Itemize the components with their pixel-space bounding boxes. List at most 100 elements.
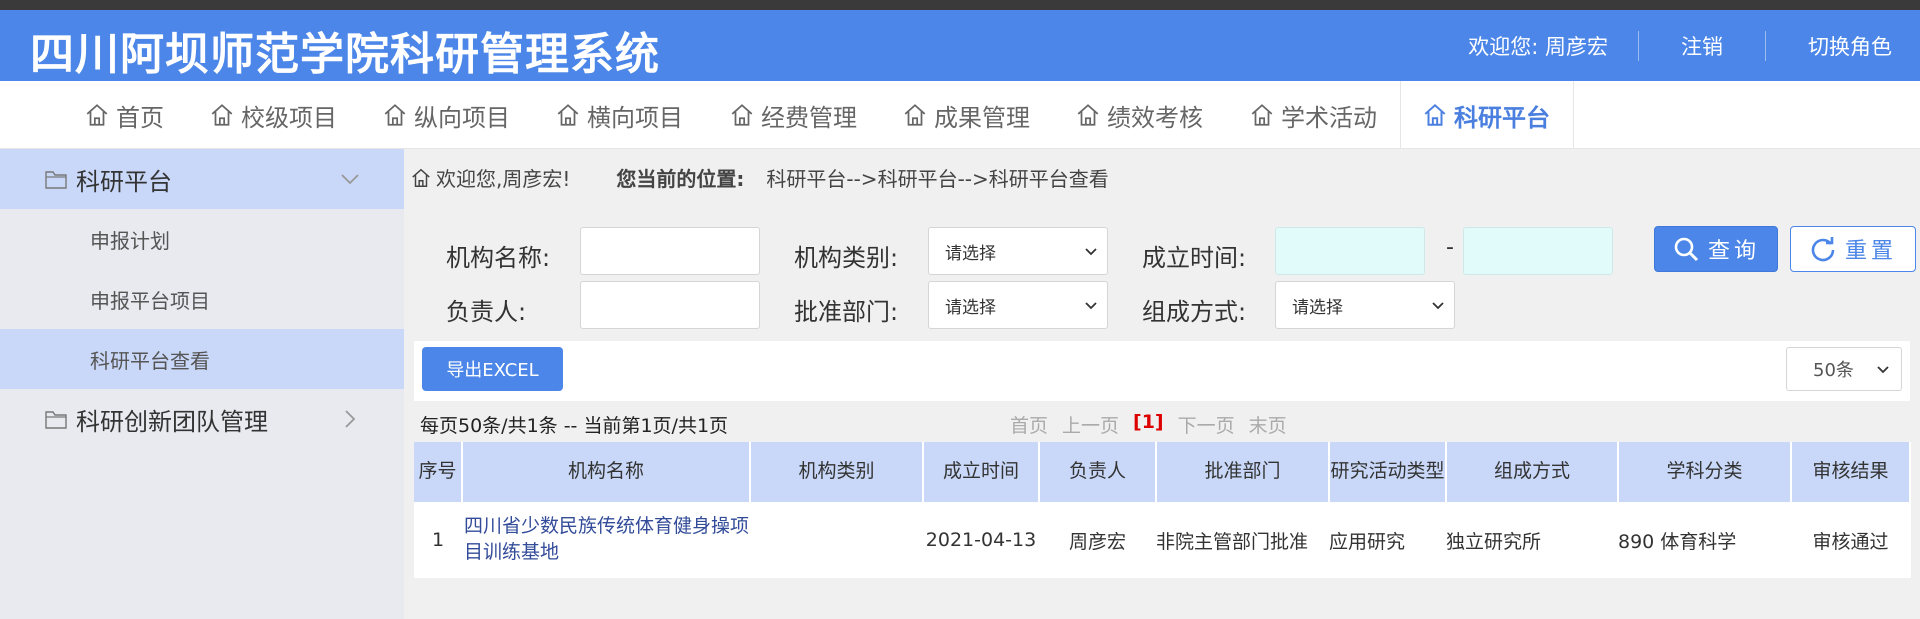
sidebar-group-innovation-team[interactable]: 科研创新团队管理 xyxy=(0,389,404,449)
pager-first[interactable]: 首页 xyxy=(1010,411,1048,438)
home-icon xyxy=(211,104,233,126)
cell-review-result: 审核通过 xyxy=(1812,530,1889,553)
nav-label: 横向项目 xyxy=(587,103,683,132)
nav-label: 成果管理 xyxy=(934,103,1030,132)
column-header: 组成方式 xyxy=(1446,442,1619,502)
column-header: 研究活动类型 xyxy=(1329,442,1447,502)
export-excel-button[interactable]: 导出EXCEL xyxy=(422,347,563,391)
chevron-right-icon xyxy=(345,410,356,428)
pager-next[interactable]: 下一页 xyxy=(1178,411,1235,438)
est-time-start-input[interactable] xyxy=(1275,227,1425,275)
breadcrumb-position-label: 您当前的位置: xyxy=(616,167,745,191)
sidebar-item-apply-plan[interactable]: 申报计划 xyxy=(0,209,404,269)
home-icon xyxy=(1077,104,1099,126)
org-type-value: 请选择 xyxy=(945,243,996,264)
breadcrumb: 欢迎您,周彦宏! 您当前的位置: 科研平台-->科研平台-->科研平台查看 xyxy=(410,163,1109,192)
breadcrumb-path: 科研平台-->科研平台-->科研平台查看 xyxy=(766,167,1109,191)
column-header: 机构名称 xyxy=(462,442,751,502)
sidebar-group-label: 科研创新团队管理 xyxy=(76,407,268,436)
nav-item-research-platform[interactable]: 科研平台 xyxy=(1422,81,1550,149)
cell-compose: 独立研究所 xyxy=(1446,530,1542,553)
nav-label: 首页 xyxy=(116,103,164,132)
compose-select[interactable]: 请选择 xyxy=(1275,281,1455,329)
main-content: 欢迎您,周彦宏! 您当前的位置: 科研平台-->科研平台-->科研平台查看 机构… xyxy=(404,149,1920,619)
home-icon xyxy=(557,104,579,126)
cell-org-name-link[interactable]: 四川省少数民族传统体育健身操项目训练基地 xyxy=(462,502,750,578)
sidebar-item-apply-platform[interactable]: 申报平台项目 xyxy=(0,269,404,329)
logout-link[interactable]: 注销 xyxy=(1639,31,1765,61)
system-title: 四川阿坝师范学院科研管理系统 xyxy=(30,29,660,80)
pagination-info: 每页50条/共1条 -- 当前第1页/共1页 xyxy=(420,415,729,437)
org-type-select[interactable]: 请选择 xyxy=(928,227,1108,275)
nav-label: 科研平台 xyxy=(1454,103,1550,132)
welcome-user: 欢迎您: 周彦宏 xyxy=(1468,34,1608,59)
window-top-strip xyxy=(0,0,1920,10)
sidebar-group-research-platform[interactable]: 科研平台 xyxy=(0,149,404,209)
breadcrumb-greeting: 欢迎您,周彦宏! xyxy=(436,167,571,191)
column-header: 成立时间 xyxy=(923,442,1040,502)
switch-role-link[interactable]: 切换角色 xyxy=(1766,31,1920,61)
nav-item-funding[interactable]: 经费管理 xyxy=(729,81,857,149)
page-size-select[interactable]: 50条 xyxy=(1786,347,1902,391)
leader-input[interactable] xyxy=(580,281,760,329)
est-time-label: 成立时间: xyxy=(1142,244,1247,272)
column-header: 负责人 xyxy=(1039,442,1157,502)
chevron-down-icon xyxy=(1085,302,1097,310)
chevron-down-icon xyxy=(341,174,359,185)
page-size-value: 50条 xyxy=(1813,360,1854,381)
nav-label: 绩效考核 xyxy=(1107,103,1203,132)
column-header: 序号 xyxy=(414,442,463,502)
column-header: 审核结果 xyxy=(1791,442,1911,502)
org-type-label: 机构类别: xyxy=(794,244,899,272)
pager-prev[interactable]: 上一页 xyxy=(1062,411,1119,438)
query-label: 查询 xyxy=(1707,239,1760,264)
chevron-down-icon xyxy=(1877,366,1889,374)
reset-button[interactable]: 重置 xyxy=(1790,226,1916,272)
approve-dept-label: 批准部门: xyxy=(794,298,899,326)
home-icon xyxy=(384,104,406,126)
cell-approve-dept: 非院主管部门批准 xyxy=(1156,530,1309,553)
table-header-row: 序号 机构名称 机构类别 成立时间 负责人 批准部门 研究活动类型 组成方式 学… xyxy=(414,442,1911,502)
est-time-end-input[interactable] xyxy=(1463,227,1613,275)
nav-label: 经费管理 xyxy=(761,103,857,132)
cell-activity-type: 应用研究 xyxy=(1329,530,1406,553)
nav-item-horizontal-projects[interactable]: 横向项目 xyxy=(555,81,683,149)
pager-current[interactable]: [1] xyxy=(1133,411,1164,438)
results-table: 序号 机构名称 机构类别 成立时间 负责人 批准部门 研究活动类型 组成方式 学… xyxy=(414,442,1911,578)
nav-item-school-projects[interactable]: 校级项目 xyxy=(209,81,337,149)
column-header: 学科分类 xyxy=(1618,442,1792,502)
chevron-down-icon xyxy=(1432,302,1444,310)
nav-item-home[interactable]: 首页 xyxy=(84,81,164,149)
sidebar-group-label: 科研平台 xyxy=(76,167,172,196)
approve-dept-value: 请选择 xyxy=(945,297,996,318)
pagination: 首页 上一页 [1] 下一页 末页 xyxy=(1010,411,1287,438)
reset-label: 重置 xyxy=(1844,239,1897,264)
nav-item-academic[interactable]: 学术活动 xyxy=(1249,81,1377,149)
folder-icon xyxy=(45,411,67,429)
home-icon xyxy=(1251,104,1273,126)
app-header: 四川阿坝师范学院科研管理系统 欢迎您: 周彦宏 注销 切换角色 xyxy=(0,10,1920,81)
header-user-area: 欢迎您: 周彦宏 注销 切换角色 xyxy=(1468,10,1920,81)
nav-item-achievements[interactable]: 成果管理 xyxy=(902,81,1030,149)
home-icon xyxy=(1424,103,1446,126)
nav-label: 学术活动 xyxy=(1281,103,1377,132)
nav-item-performance[interactable]: 绩效考核 xyxy=(1075,81,1203,149)
approve-dept-select[interactable]: 请选择 xyxy=(928,281,1108,329)
org-name-input[interactable] xyxy=(580,227,760,275)
top-nav: 首页 校级项目 纵向项目 横向项目 经费管理 成果管理 绩效考核 学术活动 科研… xyxy=(0,81,1920,149)
compose-value: 请选择 xyxy=(1292,297,1343,318)
nav-label: 纵向项目 xyxy=(414,103,510,132)
query-button[interactable]: 查询 xyxy=(1654,226,1778,272)
folder-icon xyxy=(45,171,67,189)
leader-label: 负责人: xyxy=(446,298,527,326)
chevron-down-icon xyxy=(1085,248,1097,256)
nav-divider xyxy=(1400,81,1401,149)
table-row: 1 四川省少数民族传统体育健身操项目训练基地 2021-04-13 周彦宏 非院… xyxy=(414,502,1910,578)
sidebar-item-view-platform[interactable]: 科研平台查看 xyxy=(0,329,404,389)
compose-label: 组成方式: xyxy=(1142,298,1247,326)
search-icon xyxy=(1674,237,1699,262)
nav-divider xyxy=(1573,81,1574,149)
nav-item-vertical-projects[interactable]: 纵向项目 xyxy=(382,81,510,149)
cell-discipline: 890 体育科学 xyxy=(1618,530,1737,553)
pager-last[interactable]: 末页 xyxy=(1249,411,1287,438)
